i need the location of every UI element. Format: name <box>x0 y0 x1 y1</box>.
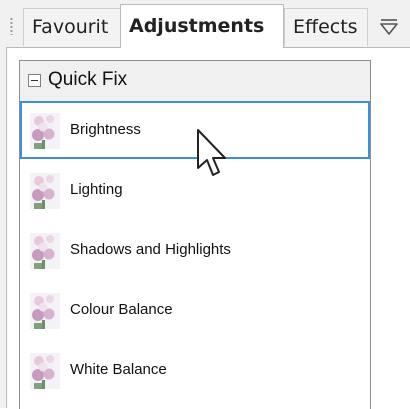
item-label-lighting: Lighting <box>70 181 123 198</box>
tab-favourites[interactable]: Favourit <box>23 8 121 46</box>
list-item-shadows-and-highlights[interactable]: Shadows and Highlights <box>20 221 370 279</box>
tab-adjustments-label: Adjustments <box>129 15 265 37</box>
group-header-quick-fix[interactable]: Quick Fix <box>20 61 370 101</box>
flower-thumbnail-icon <box>30 113 60 149</box>
tab-content: Quick Fix Brightness Lighting Shadows an… <box>6 47 410 409</box>
flower-thumbnail-icon <box>30 293 60 329</box>
tab-menu-icon[interactable] <box>376 14 402 40</box>
minus-box-icon[interactable] <box>28 74 41 87</box>
tab-effects[interactable]: Effects <box>284 8 368 46</box>
adjustments-list: Quick Fix Brightness Lighting Shadows an… <box>19 60 371 409</box>
flower-thumbnail-icon <box>30 353 60 389</box>
group-title: Quick Fix <box>48 69 128 90</box>
list-item-lighting[interactable]: Lighting <box>20 161 370 219</box>
flower-thumbnail-icon <box>30 233 60 269</box>
item-label-white-balance: White Balance <box>70 361 167 378</box>
item-label-brightness: Brightness <box>70 121 141 138</box>
tab-strip: Favourit Adjustments Effects <box>0 0 410 48</box>
item-label-colour-balance: Colour Balance <box>70 301 173 318</box>
list-item-white-balance[interactable]: White Balance <box>20 341 370 399</box>
drag-grip[interactable] <box>10 17 13 35</box>
flower-thumbnail-icon <box>30 173 60 209</box>
list-item-brightness[interactable]: Brightness <box>20 101 370 159</box>
list-item-colour-balance[interactable]: Colour Balance <box>20 281 370 339</box>
tab-effects-label: Effects <box>293 16 358 38</box>
tab-favourites-label: Favourit <box>32 16 109 38</box>
item-label-shadows-and-highlights: Shadows and Highlights <box>70 241 231 258</box>
tab-adjustments[interactable]: Adjustments <box>120 4 284 48</box>
adjustments-panel: Favourit Adjustments Effects Quick Fix B… <box>0 0 410 409</box>
